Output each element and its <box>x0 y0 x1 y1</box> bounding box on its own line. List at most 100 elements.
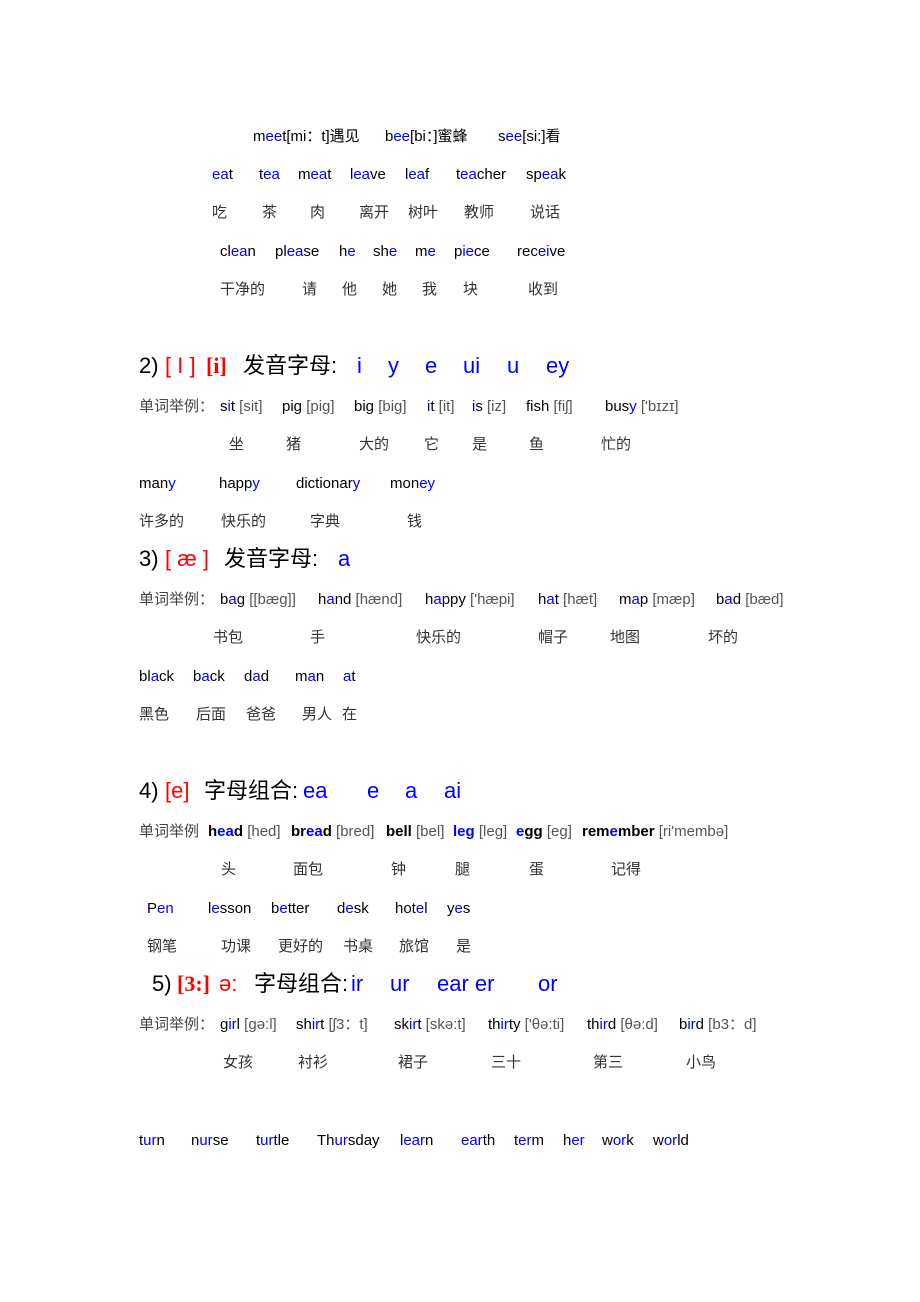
highlighted-letters: er <box>518 1132 532 1149</box>
highlighted-letters: ea <box>263 166 280 183</box>
highlighted-letters: e <box>388 243 398 260</box>
word: map [mæp] <box>619 591 695 609</box>
highlighted-letters: ir <box>500 1016 509 1033</box>
word: happy <box>219 475 260 493</box>
highlighted-letters: ea <box>353 166 371 183</box>
word-part: pl <box>275 243 287 260</box>
word-part: fish <box>526 398 550 415</box>
highlighted-letters: ea <box>212 166 229 183</box>
heading-part: e <box>425 353 438 378</box>
word: meat <box>298 166 331 184</box>
word-part: w <box>653 1132 664 1149</box>
chinese-meaning: 更好的 <box>278 938 324 955</box>
word: hand [hænd] <box>318 591 402 609</box>
highlighted-letters: a <box>228 591 237 608</box>
word-part: sp <box>526 166 542 183</box>
chinese-meaning: 说话 <box>530 204 561 221</box>
word-part: mber <box>617 823 655 840</box>
word: yes <box>447 900 470 918</box>
chinese-meaning: 小鸟 <box>686 1054 717 1071</box>
word-part: bus <box>605 398 630 415</box>
highlighted-letters: a <box>150 668 160 685</box>
word-part: th <box>587 1016 600 1033</box>
heading-part: [ Ι ] <box>165 353 196 378</box>
highlighted-letters: ie <box>462 243 475 260</box>
word-part: w <box>602 1132 613 1149</box>
chinese-meaning: 快乐的 <box>416 629 462 646</box>
word-part: ty <box>508 1016 521 1033</box>
word-part: cher <box>476 166 507 183</box>
chinese-meaning: 在 <box>342 706 358 723</box>
chinese-meaning: 手 <box>310 629 326 646</box>
chinese-meaning: 大的 <box>359 436 390 453</box>
word-part: sk <box>394 1016 409 1033</box>
word-part: n <box>156 1132 165 1149</box>
word: leave <box>350 166 386 184</box>
word-part: hot <box>395 900 416 917</box>
word-part: t <box>351 668 356 685</box>
word-part: g <box>236 591 246 608</box>
heading-part: 发音字母: <box>224 546 319 571</box>
word-part: d <box>260 668 270 685</box>
word: egg [eg] <box>516 823 572 841</box>
word: sit [sit] <box>220 398 263 416</box>
word-part: cl <box>220 243 231 260</box>
chinese-meaning: 钱 <box>407 513 423 530</box>
highlighted-letters: ear <box>461 1132 483 1149</box>
example-label: 单词举例： <box>139 398 215 415</box>
chinese-meaning: 面包 <box>293 861 324 878</box>
word: clean <box>220 243 256 261</box>
word: remember [ri'membə] <box>582 823 728 841</box>
heading-part: ey <box>546 353 570 378</box>
word: Pen <box>147 900 174 918</box>
word: lesson <box>208 900 251 918</box>
chinese-meaning: 地图 <box>610 629 641 646</box>
highlighted-letters: ur <box>143 1132 157 1149</box>
word: girl [ɡə:l] <box>220 1016 277 1034</box>
highlighted-letters: ir <box>599 1016 608 1033</box>
chinese-meaning: 书包 <box>213 629 244 646</box>
phonetic-transcription: [skə:t] <box>421 1016 466 1033</box>
chinese-meaning: 离开 <box>359 204 390 221</box>
highlighted-letters: e <box>345 900 354 917</box>
highlighted-letters: ir <box>687 1016 696 1033</box>
word: leaf <box>405 166 429 184</box>
word-part: th <box>488 1016 501 1033</box>
phonetic-transcription: [iz] <box>482 398 507 415</box>
word: skirt [skə:t] <box>394 1016 466 1034</box>
phonetic-transcription: [[bæɡ]] <box>245 591 296 608</box>
highlighted-letters: y <box>168 475 176 492</box>
heading-part: e <box>367 778 380 803</box>
word-part: d <box>233 823 244 840</box>
word: please <box>275 243 319 261</box>
word: head [hed] <box>208 823 281 841</box>
word: meet[mi：t]遇见 <box>253 128 360 146</box>
word-part: Th <box>317 1132 335 1149</box>
word: bread [bred] <box>291 823 374 841</box>
chinese-meaning: 树叶 <box>408 204 439 221</box>
chinese-meaning: 鱼 <box>529 436 545 453</box>
word: earth <box>461 1132 495 1150</box>
word-part: sh <box>373 243 389 260</box>
word: many <box>139 475 176 493</box>
heading-part: or <box>538 971 558 996</box>
chinese-meaning: 钟 <box>391 861 407 878</box>
highlighted-letters: ee <box>505 128 523 145</box>
heading-part: 5) <box>152 971 172 996</box>
phonetic-transcription: [biɡ] <box>374 398 407 415</box>
chinese-meaning: 旅馆 <box>399 938 430 955</box>
chinese-meaning: 她 <box>382 281 398 298</box>
word: pig [piɡ] <box>282 398 335 416</box>
word-part: m <box>415 243 428 260</box>
word: fish [fiʃ] <box>526 398 573 416</box>
word-part: br <box>291 823 306 840</box>
word-part: n <box>425 1132 434 1149</box>
word-part: s <box>462 900 471 917</box>
highlighted-letters: a <box>724 591 733 608</box>
heading-part: ir <box>351 971 364 996</box>
highlighted-letters: a <box>326 591 335 608</box>
word: desk <box>337 900 369 918</box>
word: dad <box>244 668 269 686</box>
word-part: ld <box>677 1132 689 1149</box>
highlighted-letters: ee <box>393 128 411 145</box>
